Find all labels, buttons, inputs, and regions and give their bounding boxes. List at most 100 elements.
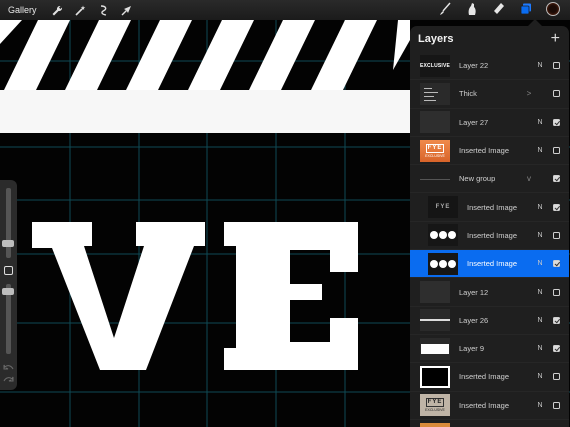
layers-icon[interactable] bbox=[519, 2, 533, 16]
visibility-checkbox[interactable] bbox=[553, 175, 560, 183]
blend-mode-button[interactable]: N bbox=[535, 289, 545, 296]
layer-row[interactable]: Thick > bbox=[410, 80, 569, 109]
visibility-checkbox[interactable] bbox=[553, 147, 560, 155]
layer-row[interactable]: Layer 26 N bbox=[410, 307, 569, 335]
panel-pointer bbox=[528, 19, 542, 26]
side-slider-bar bbox=[0, 180, 17, 390]
opacity-thumb[interactable] bbox=[2, 288, 14, 295]
thumb-text: FYE bbox=[435, 204, 451, 211]
layer-name: Inserted Image bbox=[467, 230, 518, 240]
layer-name: Layer 12 bbox=[459, 287, 489, 297]
top-toolbar: Gallery bbox=[0, 0, 570, 20]
layer-name: Layer 9 bbox=[459, 344, 485, 354]
visibility-checkbox[interactable] bbox=[553, 62, 560, 70]
layer-row[interactable]: FYELayer 1N bbox=[410, 420, 569, 427]
redo-icon[interactable] bbox=[3, 376, 14, 382]
layer-row[interactable]: Layer 12 N bbox=[410, 278, 569, 307]
brush-size-slider[interactable] bbox=[6, 188, 11, 258]
color-picker-button[interactable] bbox=[546, 2, 560, 16]
thumb-text: FYE bbox=[425, 143, 445, 153]
layer-row[interactable]: FYE EXCLUSIVE Inserted Image N bbox=[410, 137, 569, 166]
diagonal-stripes bbox=[0, 20, 410, 90]
brush-size-thumb[interactable] bbox=[2, 240, 14, 247]
layer-row[interactable]: EXCLUSIVE Layer 22 N bbox=[410, 52, 569, 81]
layers-panel-header: Layers + bbox=[410, 26, 569, 52]
blend-mode-button[interactable]: N bbox=[535, 232, 545, 239]
layer-row[interactable]: Inserted Image N bbox=[410, 363, 569, 392]
layer-row[interactable]: FYE EXCLUSIVE Inserted Image N bbox=[410, 392, 569, 420]
blend-mode-button[interactable]: N bbox=[535, 204, 545, 211]
layer-name: Inserted Image bbox=[467, 259, 518, 269]
selection-icon[interactable] bbox=[97, 3, 111, 17]
layer-name: Thick bbox=[459, 89, 477, 99]
visibility-checkbox[interactable] bbox=[553, 260, 560, 268]
gallery-button[interactable]: Gallery bbox=[8, 5, 37, 15]
wrench-icon[interactable] bbox=[51, 3, 65, 17]
blend-mode-button[interactable]: N bbox=[535, 345, 545, 352]
layer-thumbnail bbox=[428, 224, 458, 247]
layer-row[interactable]: Inserted Image N bbox=[410, 222, 569, 251]
layer-name: Inserted Image bbox=[459, 372, 510, 382]
layer-row[interactable]: Layer 27 N bbox=[410, 109, 569, 137]
visibility-checkbox[interactable] bbox=[553, 345, 560, 353]
layer-row[interactable]: Layer 9 N bbox=[410, 335, 569, 364]
visibility-checkbox[interactable] bbox=[553, 231, 560, 239]
layer-list: EXCLUSIVE Layer 22 N Thick > Layer 27 N FYE EXCL… bbox=[410, 52, 569, 427]
eraser-icon[interactable] bbox=[492, 2, 506, 16]
layer-thumbnail bbox=[420, 168, 450, 190]
layer-thumbnail: FYE EXCLUSIVE bbox=[420, 394, 450, 417]
chevron-down-icon[interactable]: v bbox=[523, 174, 535, 183]
layer-name: Layer 22 bbox=[459, 61, 489, 71]
thumb-subtext: EXCLUSIVE bbox=[425, 408, 445, 413]
thumb-text: FYE bbox=[425, 398, 445, 408]
layer-name: Inserted Image bbox=[459, 146, 510, 156]
visibility-checkbox[interactable] bbox=[553, 401, 560, 409]
blend-mode-button[interactable]: N bbox=[535, 402, 545, 409]
layer-name: Inserted Image bbox=[467, 202, 518, 212]
thumb-subtext: EXCLUSIVE bbox=[425, 153, 445, 158]
layer-row[interactable]: Inserted Image N bbox=[410, 250, 569, 279]
visibility-checkbox[interactable] bbox=[553, 316, 560, 324]
layer-row[interactable]: FYE Inserted Image N bbox=[410, 193, 569, 222]
layer-row[interactable]: New group v bbox=[410, 165, 569, 194]
add-layer-button[interactable]: + bbox=[551, 31, 560, 47]
layers-panel: Layers + EXCLUSIVE Layer 22 N Thick > Layer 2… bbox=[410, 26, 569, 427]
brush-icon[interactable] bbox=[438, 2, 452, 16]
layer-thumbnail bbox=[420, 309, 450, 332]
layer-thumbnail bbox=[428, 252, 458, 275]
left-tools bbox=[51, 3, 134, 17]
layer-thumbnail bbox=[420, 111, 450, 134]
layer-name: Inserted Image bbox=[459, 400, 510, 410]
magic-wand-icon[interactable] bbox=[74, 3, 88, 17]
layer-thumbnail: EXCLUSIVE bbox=[420, 54, 450, 77]
chevron-right-icon[interactable]: > bbox=[523, 89, 535, 98]
blend-mode-button[interactable]: N bbox=[535, 373, 545, 380]
layer-thumbnail: FYE EXCLUSIVE bbox=[420, 139, 450, 162]
blend-mode-button[interactable]: N bbox=[535, 62, 545, 69]
layer-thumbnail bbox=[420, 281, 450, 304]
blend-mode-button[interactable]: N bbox=[535, 260, 545, 267]
blend-mode-button[interactable]: N bbox=[535, 317, 545, 324]
visibility-checkbox[interactable] bbox=[553, 373, 560, 381]
undo-icon[interactable] bbox=[3, 364, 14, 370]
layer-thumbnail: FYE bbox=[428, 196, 458, 219]
white-banner-bar bbox=[0, 90, 410, 133]
smudge-icon[interactable] bbox=[465, 2, 479, 16]
layer-thumbnail bbox=[420, 365, 450, 388]
transform-arrow-icon[interactable] bbox=[120, 3, 134, 17]
visibility-checkbox[interactable] bbox=[553, 288, 560, 296]
visibility-checkbox[interactable] bbox=[553, 118, 560, 126]
layer-name: Layer 26 bbox=[459, 315, 489, 325]
blend-mode-button[interactable]: N bbox=[535, 147, 545, 154]
blend-mode-button[interactable]: N bbox=[535, 119, 545, 126]
layer-thumbnail bbox=[420, 82, 450, 105]
layer-name: New group bbox=[459, 174, 496, 184]
visibility-checkbox[interactable] bbox=[553, 203, 560, 211]
thumb-text: EXCLUSIVE bbox=[420, 62, 450, 69]
visibility-checkbox[interactable] bbox=[553, 90, 560, 98]
layer-thumbnail bbox=[420, 337, 450, 360]
modify-button[interactable] bbox=[4, 266, 13, 275]
big-letters-shapes bbox=[32, 222, 358, 370]
layer-thumbnail: FYE bbox=[420, 422, 450, 427]
layers-title: Layers bbox=[418, 33, 454, 45]
